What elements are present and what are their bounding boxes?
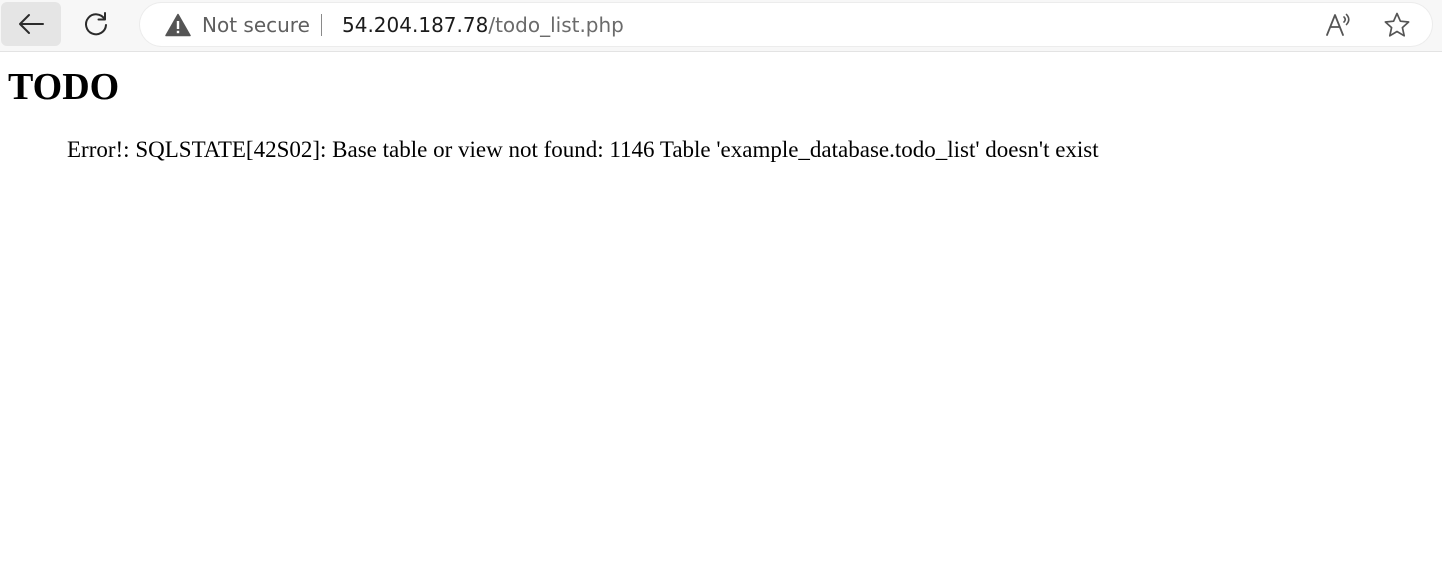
page-content: TODO Error!: SQLSTATE[42S02]: Base table… <box>0 52 1442 585</box>
error-message: Error!: SQLSTATE[42S02]: Base table or v… <box>67 137 1099 162</box>
url-path: /todo_list.php <box>488 13 624 37</box>
reload-icon <box>85 12 107 36</box>
read-aloud-icon[interactable] <box>1324 11 1352 39</box>
arrow-left-icon <box>19 14 44 34</box>
url-host: 54.204.187.78 <box>342 13 489 37</box>
address-separator <box>321 14 322 36</box>
reload-button[interactable] <box>74 2 118 46</box>
back-button[interactable] <box>1 2 61 46</box>
url-text[interactable]: 54.204.187.78/todo_list.php <box>342 12 624 38</box>
warning-triangle-icon[interactable] <box>165 13 191 37</box>
browser-toolbar: Not secure 54.204.187.78/todo_list.php <box>0 0 1442 52</box>
page-title: TODO <box>8 66 120 108</box>
star-icon[interactable] <box>1383 11 1411 39</box>
address-bar[interactable]: Not secure 54.204.187.78/todo_list.php <box>140 3 1432 46</box>
security-status-label[interactable]: Not secure <box>202 12 310 38</box>
